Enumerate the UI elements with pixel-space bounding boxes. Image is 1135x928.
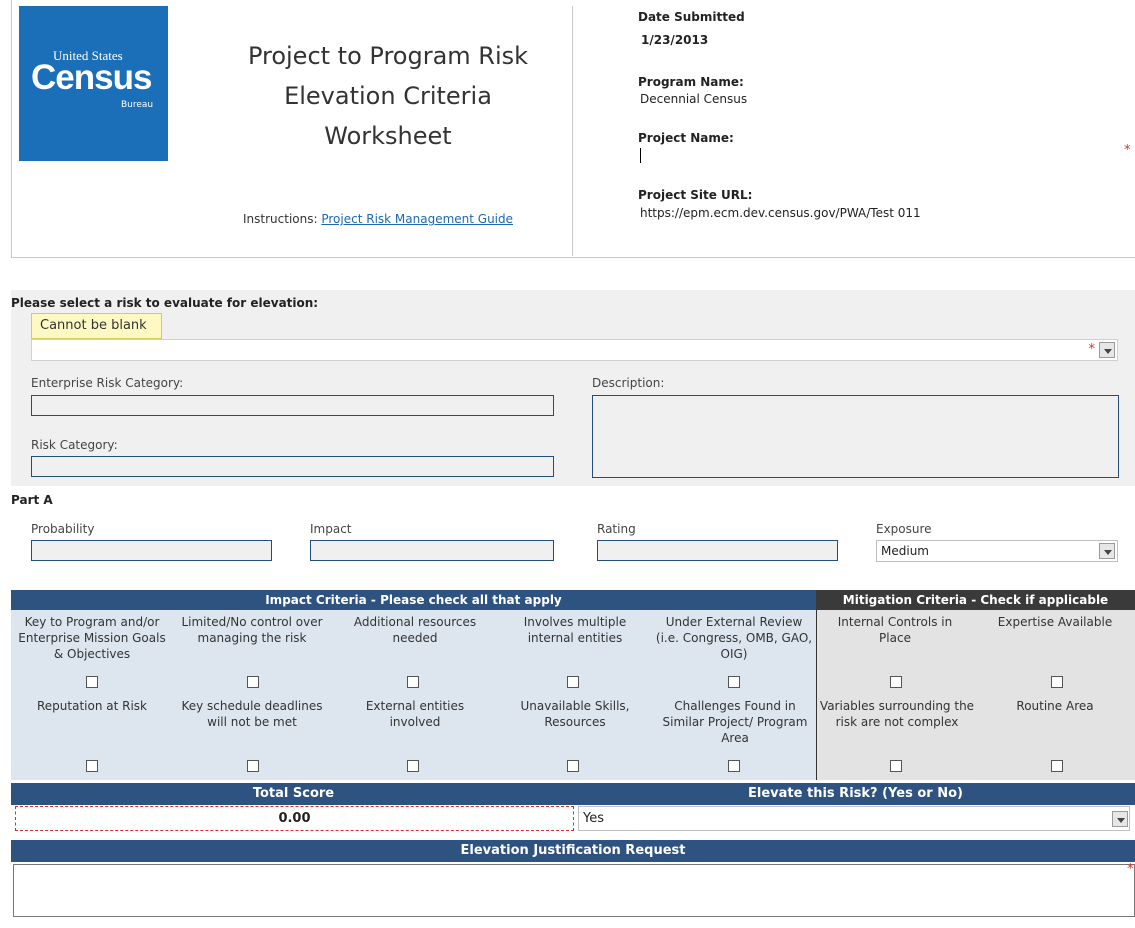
rating-field[interactable] [597, 540, 838, 561]
risk-select[interactable]: * [31, 339, 1118, 361]
impact-criterion-label: External entities involved [365, 699, 465, 729]
risk-category-field[interactable] [31, 456, 554, 477]
project-site-label: Project Site URL: [638, 188, 753, 202]
impact-criterion-label: Under External Review (i.e. Congress, OM… [655, 615, 813, 661]
instructions: Instructions: Project Risk Management Gu… [243, 212, 513, 226]
risk-category-label: Risk Category: [31, 438, 118, 452]
project-name-label: Project Name: [638, 131, 734, 145]
exposure-value: Medium [881, 544, 929, 558]
required-mark: * [1127, 862, 1134, 877]
text-cursor [640, 148, 641, 163]
risk-guide-link[interactable]: Project Risk Management Guide [321, 212, 513, 226]
impact-criteria-header: Impact Criteria - Please check all that … [11, 590, 816, 610]
instructions-label: Instructions: [243, 212, 318, 226]
description-label: Description: [592, 376, 665, 390]
part-a-label: Part A [11, 493, 53, 507]
impact-checkbox[interactable] [86, 760, 98, 772]
mitigation-criterion-label: Variables surrounding the risk are not c… [819, 699, 975, 729]
title-line: Elevation Criteria [284, 82, 492, 110]
program-name-value: Decennial Census [640, 92, 748, 106]
validation-tooltip: Cannot be blank [31, 313, 162, 339]
exposure-label: Exposure [876, 522, 932, 536]
mitigation-criterion-label: Routine Area [1016, 699, 1094, 713]
enterprise-risk-category-label: Enterprise Risk Category: [31, 376, 184, 390]
exposure-select[interactable]: Medium [876, 540, 1118, 562]
enterprise-risk-category-field[interactable] [31, 395, 554, 416]
impact-checkbox[interactable] [407, 676, 419, 688]
impact-checkbox[interactable] [728, 676, 740, 688]
logo-text-bureau: Bureau [121, 100, 154, 110]
impact-criterion-label: Reputation at Risk [36, 699, 147, 713]
impact-criterion-label: Key to Program and/or Enterprise Mission… [18, 615, 166, 661]
mitigation-criterion-label: Expertise Available [997, 615, 1113, 629]
impact-checkbox[interactable] [86, 676, 98, 688]
logo-text-census: Census [31, 58, 152, 97]
impact-label: Impact [310, 522, 352, 536]
impact-criterion-label: Unavailable Skills, Resources [520, 699, 630, 729]
impact-checkbox[interactable] [567, 760, 579, 772]
title-line: Worksheet [324, 122, 452, 150]
mitigation-checkbox[interactable] [1051, 760, 1063, 772]
impact-criterion-label: Key schedule deadlines will not be met [181, 699, 323, 729]
date-submitted-value: 1/23/2013 [641, 33, 709, 47]
elevate-value: Yes [583, 811, 604, 826]
page-title: Project to Program Risk Elevation Criter… [200, 36, 576, 156]
chevron-down-icon[interactable] [1099, 543, 1115, 559]
date-submitted-label: Date Submitted [638, 10, 745, 24]
impact-checkbox[interactable] [407, 760, 419, 772]
impact-criterion-label: Involves multiple internal entities [523, 615, 627, 645]
justification-header: Elevation Justification Request [11, 840, 1135, 862]
justification-textarea[interactable] [13, 864, 1135, 917]
mitigation-checkbox[interactable] [890, 760, 902, 772]
project-name-field[interactable] [638, 146, 1128, 164]
program-name-label: Program Name: [638, 75, 744, 89]
elevate-select[interactable]: Yes [578, 806, 1130, 831]
required-mark: * [1088, 342, 1096, 357]
mitigation-criteria-header: Mitigation Criteria - Check if applicabl… [816, 590, 1135, 610]
impact-checkbox[interactable] [567, 676, 579, 688]
impact-criterion-label: Additional resources needed [353, 615, 477, 645]
chevron-down-icon[interactable] [1099, 342, 1115, 358]
probability-field[interactable] [31, 540, 272, 561]
impact-checkbox[interactable] [728, 760, 740, 772]
total-score-value: 0.00 [15, 806, 574, 831]
rating-label: Rating [597, 522, 636, 536]
title-line: Project to Program Risk [247, 42, 529, 70]
impact-criterion-label: Challenges Found in Similar Project/ Pro… [662, 699, 808, 745]
probability-label: Probability [31, 522, 95, 536]
impact-checkbox[interactable] [247, 760, 259, 772]
mitigation-checkbox[interactable] [1051, 676, 1063, 688]
description-field[interactable] [592, 395, 1119, 478]
impact-checkbox[interactable] [247, 676, 259, 688]
mitigation-criterion-label: Internal Controls in Place [837, 615, 953, 645]
impact-field[interactable] [310, 540, 554, 561]
risk-select-prompt: Please select a risk to evaluate for ele… [11, 296, 319, 310]
required-mark: * [1124, 143, 1131, 158]
chevron-down-icon[interactable] [1112, 811, 1128, 827]
elevate-header: Elevate this Risk? (Yes or No) [576, 783, 1135, 805]
census-logo: United States Census Bureau [19, 6, 168, 161]
impact-criterion-label: Limited/No control over managing the ris… [181, 615, 323, 645]
project-site-value: https://epm.ecm.dev.census.gov/PWA/Test … [640, 206, 921, 220]
mitigation-checkbox[interactable] [890, 676, 902, 688]
total-score-header: Total Score [11, 783, 576, 805]
